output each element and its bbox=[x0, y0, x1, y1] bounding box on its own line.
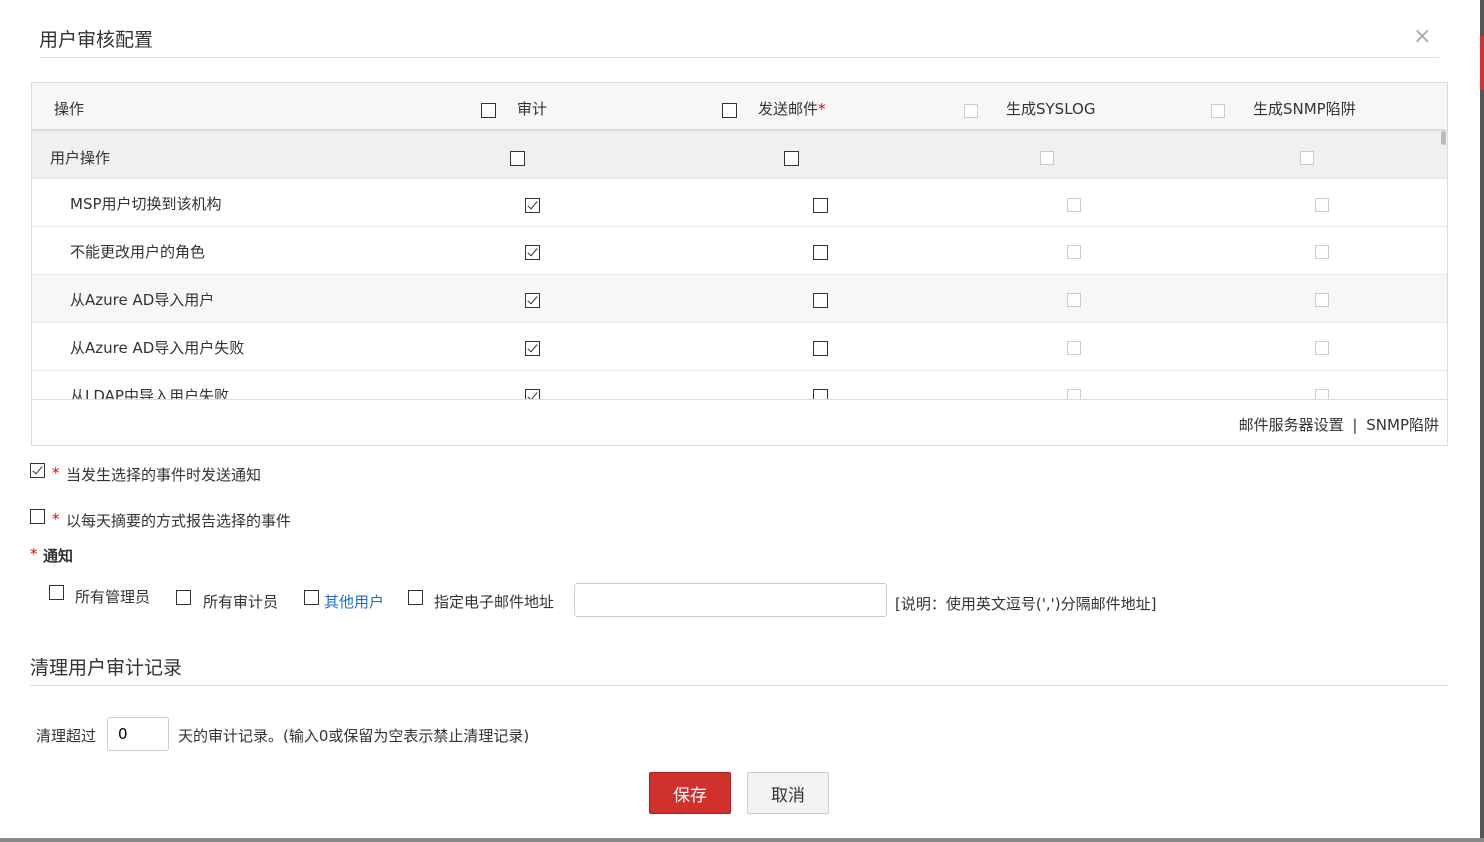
all-auditors-checkbox[interactable] bbox=[176, 590, 191, 605]
table-row: 从Azure AD导入用户失败 bbox=[32, 323, 1447, 371]
specify-email-label: 指定电子邮件地址 bbox=[434, 593, 555, 611]
snmp-checkbox[interactable] bbox=[1315, 293, 1329, 307]
close-icon[interactable]: × bbox=[1413, 24, 1431, 49]
table-row: MSP用户切换到该机构 bbox=[32, 179, 1447, 227]
snmp-all-checkbox[interactable] bbox=[1211, 104, 1225, 118]
required-mark: * bbox=[52, 464, 60, 482]
cancel-button[interactable]: 取消 bbox=[747, 772, 829, 814]
other-users-checkbox[interactable] bbox=[304, 590, 319, 605]
audit-checkbox[interactable] bbox=[525, 389, 540, 399]
row-label: 不能更改用户的角色 bbox=[70, 243, 206, 261]
send-notify-checkbox[interactable] bbox=[30, 463, 45, 478]
email-checkbox[interactable] bbox=[813, 293, 828, 308]
all-admins-label: 所有管理员 bbox=[75, 588, 151, 606]
syslog-checkbox[interactable] bbox=[1067, 245, 1081, 259]
scrollbar[interactable] bbox=[1441, 131, 1446, 145]
all-auditors-label: 所有审计员 bbox=[203, 593, 279, 611]
all-admins-checkbox[interactable] bbox=[49, 585, 64, 600]
syslog-checkbox[interactable] bbox=[1067, 341, 1081, 355]
header-email: 发送邮件 bbox=[758, 100, 819, 118]
mail-server-settings-link[interactable]: 邮件服务器设置 bbox=[1239, 416, 1344, 434]
table-row: 从Azure AD导入用户 bbox=[32, 275, 1447, 323]
audit-checkbox[interactable] bbox=[525, 341, 540, 356]
cleanup-prefix: 清理超过 bbox=[36, 727, 97, 745]
row-label: 从LDAP中导入用户失败 bbox=[70, 387, 229, 399]
syslog-checkbox[interactable] bbox=[1067, 389, 1081, 399]
syslog-all-checkbox[interactable] bbox=[964, 104, 978, 118]
snmp-checkbox[interactable] bbox=[1315, 198, 1329, 212]
syslog-checkbox[interactable] bbox=[1067, 198, 1081, 212]
table-header: 操作 审计 发送邮件* 生成SYSLOG 生成SNMP陷阱 bbox=[32, 83, 1447, 131]
email-input[interactable] bbox=[574, 583, 887, 617]
audit-checkbox[interactable] bbox=[525, 198, 540, 213]
notify-title: 通知 bbox=[43, 547, 74, 565]
divider bbox=[30, 685, 1448, 686]
cleanup-days-input[interactable] bbox=[107, 717, 169, 751]
group-audit-checkbox[interactable] bbox=[510, 151, 525, 166]
table-row: 从LDAP中导入用户失败 bbox=[32, 371, 1447, 399]
required-mark: * bbox=[30, 545, 38, 563]
row-label: 从Azure AD导入用户 bbox=[70, 291, 215, 309]
group-row: 用户操作 bbox=[32, 131, 1447, 179]
window-bottom-edge bbox=[0, 838, 1484, 842]
other-users-link[interactable]: 其他用户 bbox=[324, 591, 384, 612]
window-edge-accent bbox=[1480, 36, 1484, 90]
header-operation: 操作 bbox=[54, 100, 85, 118]
dialog-title: 用户审核配置 bbox=[39, 29, 154, 51]
email-note: [说明：使用英文逗号(',')分隔邮件地址] bbox=[895, 595, 1157, 613]
required-mark: * bbox=[818, 100, 826, 118]
required-mark: * bbox=[52, 510, 60, 528]
group-syslog-checkbox[interactable] bbox=[1040, 151, 1054, 165]
header-syslog: 生成SYSLOG bbox=[1006, 100, 1096, 118]
snmp-checkbox[interactable] bbox=[1315, 245, 1329, 259]
group-label: 用户操作 bbox=[50, 149, 111, 167]
audit-checkbox[interactable] bbox=[525, 245, 540, 260]
group-email-checkbox[interactable] bbox=[784, 151, 799, 166]
audit-all-checkbox[interactable] bbox=[481, 103, 496, 118]
row-label: MSP用户切换到该机构 bbox=[70, 195, 222, 213]
window-edge bbox=[1480, 0, 1484, 842]
daily-digest-label: 以每天摘要的方式报告选择的事件 bbox=[66, 512, 292, 530]
syslog-checkbox[interactable] bbox=[1067, 293, 1081, 307]
header-audit: 审计 bbox=[517, 100, 548, 118]
email-checkbox[interactable] bbox=[813, 245, 828, 260]
divider bbox=[39, 57, 1439, 58]
table-body[interactable]: 用户操作 MSP用户切换到该机构 不能更改用户的角色 从Azure AD导入用户… bbox=[32, 131, 1447, 399]
header-snmp: 生成SNMP陷阱 bbox=[1253, 100, 1356, 118]
link-separator: | bbox=[1352, 416, 1358, 434]
email-all-checkbox[interactable] bbox=[722, 103, 737, 118]
cleanup-suffix: 天的审计记录。(输入0或保留为空表示禁止清理记录) bbox=[178, 727, 530, 745]
audit-checkbox[interactable] bbox=[525, 293, 540, 308]
email-checkbox[interactable] bbox=[813, 198, 828, 213]
table-row: 不能更改用户的角色 bbox=[32, 227, 1447, 275]
snmp-checkbox[interactable] bbox=[1315, 389, 1329, 399]
specify-email-checkbox[interactable] bbox=[408, 590, 423, 605]
cleanup-title: 清理用户审计记录 bbox=[30, 657, 183, 679]
row-label: 从Azure AD导入用户失败 bbox=[70, 339, 245, 357]
send-notify-label: 当发生选择的事件时发送通知 bbox=[66, 466, 262, 484]
table-footer: 邮件服务器设置 | SNMP陷阱 bbox=[32, 399, 1447, 445]
snmp-checkbox[interactable] bbox=[1315, 341, 1329, 355]
daily-digest-checkbox[interactable] bbox=[30, 509, 45, 524]
snmp-trap-link[interactable]: SNMP陷阱 bbox=[1366, 416, 1439, 434]
group-snmp-checkbox[interactable] bbox=[1300, 151, 1314, 165]
save-button[interactable]: 保存 bbox=[649, 772, 731, 814]
email-checkbox[interactable] bbox=[813, 341, 828, 356]
audit-table: 操作 审计 发送邮件* 生成SYSLOG 生成SNMP陷阱 用户操作 MSP用户… bbox=[31, 82, 1448, 446]
email-checkbox[interactable] bbox=[813, 389, 828, 399]
